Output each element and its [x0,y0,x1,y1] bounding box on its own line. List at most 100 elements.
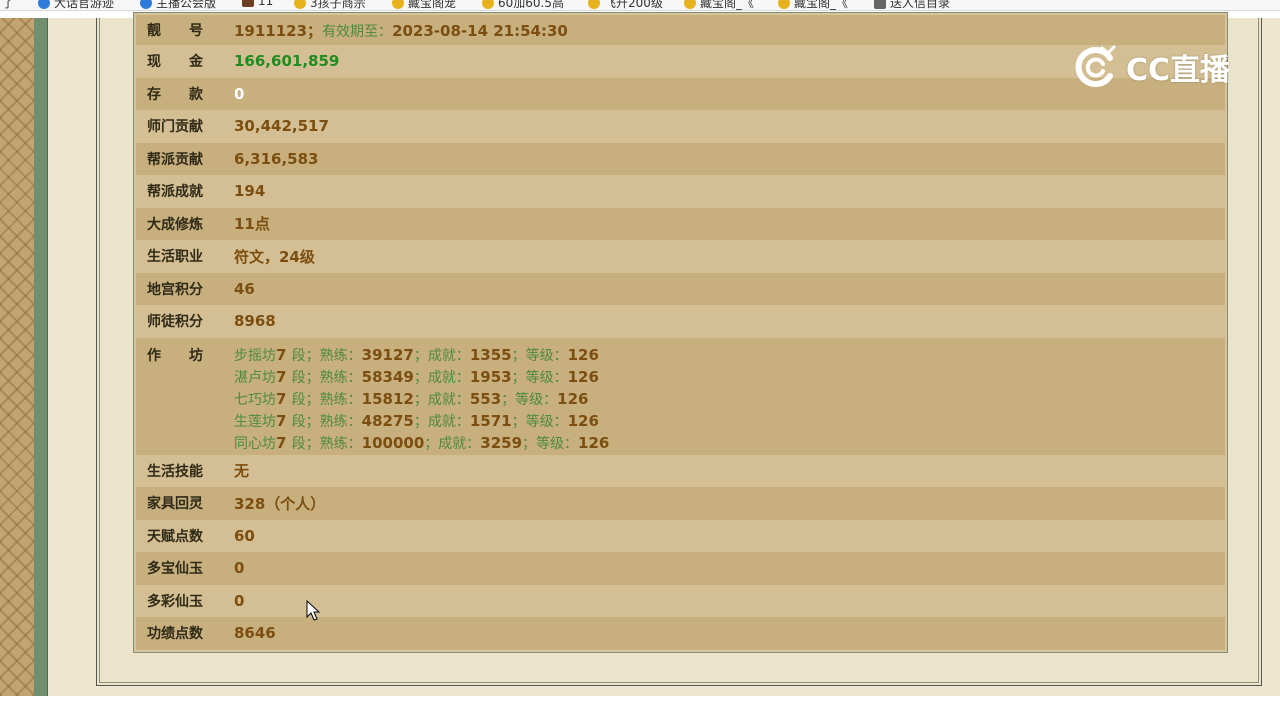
workshop-line: 生莲坊7 段；熟练：48275；成就：1571；等级：126 [234,411,609,433]
row-value: 328（个人） [234,494,326,513]
table-row: 多彩仙玉 0 [136,584,1225,617]
cc-live-watermark: CC直播 [1072,42,1242,92]
treasure-icon [684,0,696,9]
row-label: 帮派贡献 [147,151,203,168]
folder-icon [874,0,886,9]
table-row: 生活职业 符文，24级 [136,240,1225,273]
treasure-icon [294,0,306,9]
bookmark-label: 大话官游迹 [54,0,115,10]
row-label: 存 款 [147,86,203,103]
row-label: 生活职业 [147,249,203,266]
bookmark-label: 了 [2,0,15,10]
workshop-skill: 15812 [361,389,414,408]
bookmark-label: 藏宝阁_《 [794,0,849,10]
bookmarks-bar: 了 大话官游迹 主播公会版 11 3孩子商宗 藏宝阁宠 60加60.5高 飞升2… [0,0,1280,11]
workshop-lvl-label: ；等级： [511,413,568,430]
treasure-icon [588,0,600,9]
workshop-lvl-label: ；等级： [511,347,568,364]
bookmark-label: 送人信目录 [890,0,951,10]
row-value: 6,316,583 [234,149,319,168]
workshop-rank-unit: 段；熟练： [291,435,362,452]
workshop-name: 七巧坊 [234,391,276,408]
row-value: 166,601,859 [234,52,340,71]
row-value: 0 [234,84,245,103]
workshop-line: 七巧坊7 段；熟练：15812；成就：553；等级：126 [234,389,609,411]
table-row: 地宫积分 46 [136,272,1225,305]
treasure-icon [778,0,790,9]
bookmark-item[interactable]: 藏宝阁_《 [778,0,849,10]
workshop-rank-unit: 段；熟练： [291,369,362,386]
row-value: 46 [234,279,255,298]
workshop-ach: 1571 [469,411,512,430]
workshop-rank-unit: 段；熟练： [291,413,362,430]
decorative-left-border [0,18,34,696]
workshop-name: 生莲坊 [234,413,276,430]
workshop-rank: 7 [276,411,287,430]
table-row: 师徒积分 8968 [136,305,1225,338]
table-row: 靓 号 1911123；有效期至：2023-08-14 21:54:30 [136,15,1225,45]
account-number: 1911123； [234,21,323,40]
row-label: 生活技能 [147,463,203,480]
workshop-rank-unit: 段；熟练： [291,347,362,364]
table-row: 帮派成就 194 [136,175,1225,208]
workshop-name: 湛卢坊 [234,369,276,386]
workshop-lvl: 126 [567,367,599,386]
workshop-lvl: 126 [567,411,599,430]
bookmark-label: 藏宝阁宠 [408,0,457,10]
row-value: 60 [234,526,255,545]
table-row: 功绩点数 8646 [136,617,1225,650]
decorative-green-stripe [34,18,48,696]
row-label: 地宫积分 [147,281,203,298]
row-label: 现 金 [147,54,203,71]
workshop-rank-unit: 段；熟练： [291,391,362,408]
bookmark-item[interactable]: 藏宝阁宠 [392,0,457,10]
site-icon [242,0,254,7]
bookmark-item[interactable]: 送人信目录 [874,0,951,10]
workshop-rank: 7 [276,345,287,364]
page-bottom-margin [0,696,1280,720]
row-value: 符文，24级 [234,247,315,266]
row-label: 功绩点数 [147,626,203,643]
workshop-line: 湛卢坊7 段；熟练：58349；成就：1953；等级：126 [234,367,609,389]
table-row: 生活技能 无 [136,454,1225,487]
bookmark-label: 60加60.5高 [498,0,564,10]
bookmark-item[interactable]: 60加60.5高 [482,0,564,10]
row-label: 天赋点数 [147,528,203,545]
cc-live-logo-icon [1075,45,1116,87]
workshop-ach: 3259 [480,433,523,452]
row-value: 30,442,517 [234,117,329,136]
row-value: 无 [234,462,250,481]
row-value: 0 [234,559,245,578]
table-row: 现 金 166,601,859 [136,45,1225,78]
bookmark-label: 藏宝阁_《 [700,0,755,10]
bookmark-item[interactable]: 了 [2,0,15,10]
workshop-lvl-label: ；等级： [501,391,558,408]
table-row: 天赋点数 60 [136,519,1225,552]
bookmark-item[interactable]: 大话官游迹 [38,0,115,10]
workshop-skill: 100000 [361,433,425,452]
bookmark-item[interactable]: 飞升200级 [588,0,663,10]
mouse-cursor-icon [306,600,320,621]
browser-icon [140,0,152,9]
workshop-rank: 7 [276,389,287,408]
treasure-icon [482,0,494,9]
workshop-rank: 7 [276,433,287,452]
workshop-skill: 39127 [361,345,414,364]
workshop-ach: 553 [469,389,502,408]
bookmark-item[interactable]: 主播公会版 [140,0,216,10]
browser-icon [38,0,50,9]
row-label: 靓 号 [147,23,203,39]
decorative-cream-stripe [48,18,63,696]
table-row: 多宝仙玉 0 [136,552,1225,585]
row-value: 1911123；有效期至：2023-08-14 21:54:30 [234,20,568,41]
bookmark-item[interactable]: 3孩子商宗 [294,0,366,10]
bookmark-label: 11 [258,0,274,8]
workshop-lvl-label: ；等级： [522,435,579,452]
bookmark-item[interactable]: 11 [242,0,273,8]
bookmark-item[interactable]: 藏宝阁_《 [684,0,755,10]
bookmark-label: 飞升200级 [604,0,663,10]
row-value: 11点 [234,215,270,234]
table-row: 师门贡献 30,442,517 [136,110,1225,143]
table-row: 大成修炼 11点 [136,207,1225,240]
workshop-ach-label: ；成就： [413,391,470,408]
